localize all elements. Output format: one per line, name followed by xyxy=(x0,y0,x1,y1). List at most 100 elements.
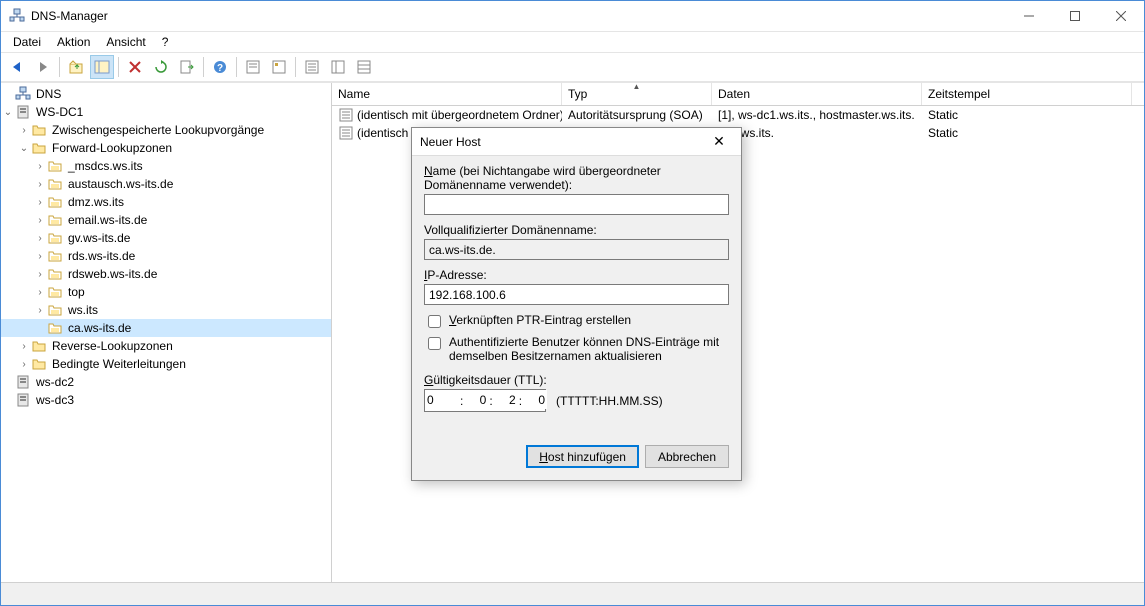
zone-icon xyxy=(47,194,63,210)
name-input[interactable] xyxy=(424,194,729,215)
tree-zone-gv-ws-its-de[interactable]: ›gv.ws-its.de xyxy=(1,229,331,247)
zone-icon xyxy=(47,302,63,318)
column-header-name[interactable]: Name xyxy=(332,83,562,105)
tree-root-dns[interactable]: DNS xyxy=(1,85,331,103)
ttl-label: Gültigkeitsdauer (TTL): xyxy=(424,373,729,387)
zone-icon xyxy=(47,158,63,174)
zone-icon xyxy=(47,266,63,282)
tree-zone-dmz-ws-its[interactable]: ›dmz.ws.its xyxy=(1,193,331,211)
expand-icon[interactable]: › xyxy=(33,231,47,245)
titlebar: DNS-Manager xyxy=(1,1,1144,32)
window-title: DNS-Manager xyxy=(31,9,1006,23)
dialog-close-button[interactable]: ✕ xyxy=(701,130,737,154)
zone-icon xyxy=(47,176,63,192)
tool-button-3[interactable] xyxy=(300,55,324,79)
ttl-format-hint: (TTTTT:HH.MM.SS) xyxy=(556,394,663,408)
collapse-icon[interactable]: ⌄ xyxy=(1,105,15,119)
server-icon xyxy=(15,374,31,390)
expand-icon[interactable]: › xyxy=(33,249,47,263)
zone-icon xyxy=(47,284,63,300)
server-icon xyxy=(15,392,31,408)
ttl-hours[interactable] xyxy=(464,390,488,409)
folder-icon xyxy=(31,356,47,372)
expand-icon[interactable]: › xyxy=(33,285,47,299)
ip-input[interactable] xyxy=(424,284,729,305)
delete-button[interactable] xyxy=(123,55,147,79)
forward-button[interactable] xyxy=(31,55,55,79)
record-icon xyxy=(338,107,354,123)
tree-zone-rds-ws-its-de[interactable]: ›rds.ws-its.de xyxy=(1,247,331,265)
expand-icon[interactable]: › xyxy=(33,195,47,209)
tree-zone-ws-its[interactable]: ›ws.its xyxy=(1,301,331,319)
expand-icon[interactable]: › xyxy=(33,267,47,281)
expand-icon[interactable]: › xyxy=(33,177,47,191)
record-icon xyxy=(338,125,354,141)
export-button[interactable] xyxy=(175,55,199,79)
ttl-minutes[interactable] xyxy=(494,390,518,409)
help-button[interactable]: ? xyxy=(208,55,232,79)
fqdn-label: Vollqualifizierter Domänenname: xyxy=(424,223,729,237)
menu-help[interactable]: ? xyxy=(154,33,177,51)
auth-checkbox[interactable] xyxy=(428,337,441,350)
tree-reverse-zones[interactable]: ›Reverse-Lookupzonen xyxy=(1,337,331,355)
menu-datei[interactable]: Datei xyxy=(5,33,49,51)
name-label: Name (bei Nichtangabe wird übergeordnete… xyxy=(424,164,729,192)
tree-conditional-forwarders[interactable]: ›Bedingte Weiterleitungen xyxy=(1,355,331,373)
maximize-button[interactable] xyxy=(1052,1,1098,31)
new-host-dialog: Neuer Host ✕ Name (bei Nichtangabe wird … xyxy=(411,127,742,481)
close-button[interactable] xyxy=(1098,1,1144,31)
expand-icon[interactable]: › xyxy=(33,159,47,173)
expand-icon[interactable]: › xyxy=(33,303,47,317)
ttl-days[interactable] xyxy=(425,390,459,409)
zone-icon xyxy=(47,212,63,228)
tree-cached-lookups[interactable]: ›Zwischengespeicherte Lookupvorgänge xyxy=(1,121,331,139)
zone-icon xyxy=(47,320,63,336)
auth-label: Authentifizierte Benutzer können DNS-Ein… xyxy=(449,335,729,363)
tree-zone-ca-ws-its-de[interactable]: ca.ws-its.de xyxy=(1,319,331,337)
show-tree-button[interactable] xyxy=(90,55,114,79)
tree-server-ws-dc3[interactable]: ws-dc3 xyxy=(1,391,331,409)
cancel-button[interactable]: Abbrechen xyxy=(645,445,729,468)
expand-icon[interactable]: › xyxy=(17,339,31,353)
menu-aktion[interactable]: Aktion xyxy=(49,33,98,51)
refresh-button[interactable] xyxy=(149,55,173,79)
zone-icon xyxy=(47,230,63,246)
add-host-button[interactable]: Host hinzufügen xyxy=(526,445,639,468)
tool-button-4[interactable] xyxy=(326,55,350,79)
tree-zone-austausch-ws-its-de[interactable]: ›austausch.ws-its.de xyxy=(1,175,331,193)
up-button[interactable] xyxy=(64,55,88,79)
ptr-checkbox[interactable] xyxy=(428,315,441,328)
column-header-zeitstempel[interactable]: Zeitstempel xyxy=(922,83,1132,105)
menu-ansicht[interactable]: Ansicht xyxy=(98,33,153,51)
tree-pane[interactable]: DNS⌄WS-DC1›Zwischengespeicherte Lookupvo… xyxy=(1,83,332,582)
dialog-titlebar[interactable]: Neuer Host ✕ xyxy=(412,128,741,156)
column-header-daten[interactable]: Daten xyxy=(712,83,922,105)
column-header-typ[interactable]: ▲Typ xyxy=(562,83,712,105)
tool-button-5[interactable] xyxy=(352,55,376,79)
menubar: Datei Aktion Ansicht ? xyxy=(1,32,1144,52)
zone-icon xyxy=(47,248,63,264)
folder-icon xyxy=(31,140,47,156)
tree-forward-zones[interactable]: ⌄Forward-Lookupzonen xyxy=(1,139,331,157)
ttl-seconds[interactable] xyxy=(523,390,547,409)
minimize-button[interactable] xyxy=(1006,1,1052,31)
tree-zone-email-ws-its-de[interactable]: ›email.ws-its.de xyxy=(1,211,331,229)
dns-icon xyxy=(15,86,31,102)
record-row[interactable]: (identisch mit übergeordnetem Ordner)Aut… xyxy=(332,106,1144,124)
ttl-input-group[interactable]: : : : xyxy=(424,389,546,412)
expand-icon[interactable]: › xyxy=(17,123,31,137)
tree-server-wsdc1[interactable]: ⌄WS-DC1 xyxy=(1,103,331,121)
tree-server-ws-dc2[interactable]: ws-dc2 xyxy=(1,373,331,391)
tree-zone-_msdcs-ws-its[interactable]: ›_msdcs.ws.its xyxy=(1,157,331,175)
expand-icon[interactable]: › xyxy=(33,213,47,227)
list-pane: Name▲TypDatenZeitstempel (identisch mit … xyxy=(332,83,1144,582)
tool-button-2[interactable] xyxy=(267,55,291,79)
app-icon xyxy=(9,8,25,24)
statusbar xyxy=(1,582,1144,605)
back-button[interactable] xyxy=(5,55,29,79)
collapse-icon[interactable]: ⌄ xyxy=(17,141,31,155)
tree-zone-top[interactable]: ›top xyxy=(1,283,331,301)
expand-icon[interactable]: › xyxy=(17,357,31,371)
tool-button-1[interactable] xyxy=(241,55,265,79)
tree-zone-rdsweb-ws-its-de[interactable]: ›rdsweb.ws-its.de xyxy=(1,265,331,283)
